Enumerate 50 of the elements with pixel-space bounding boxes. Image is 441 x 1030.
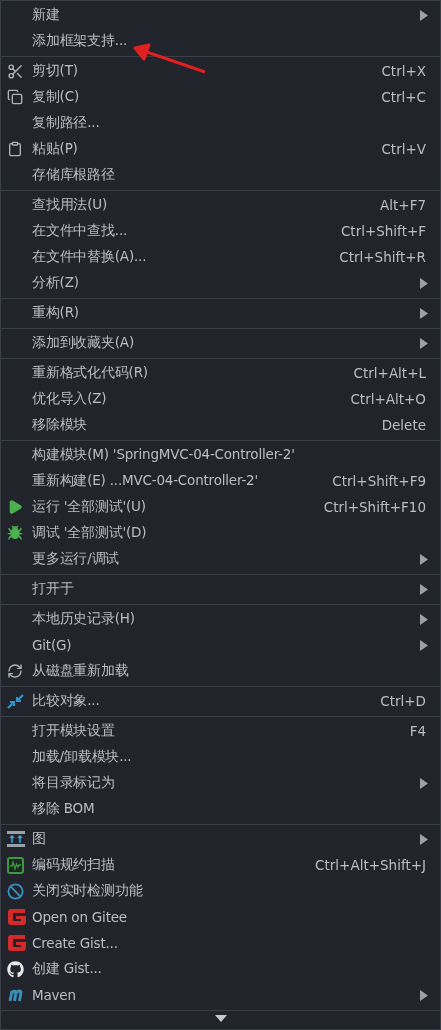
menu-item[interactable]: 移除 BOM <box>1 796 440 822</box>
menu-item[interactable]: 将目录标记为 <box>1 770 440 796</box>
menu-item[interactable]: 查找用法(U) Alt+F7 <box>1 192 440 218</box>
menu-item[interactable]: Maven <box>1 982 440 1008</box>
copy-icon <box>7 89 23 105</box>
menu-item[interactable]: 编码规约扫描 Ctrl+Alt+Shift+J <box>1 852 440 878</box>
menu-item[interactable]: 在文件中查找... Ctrl+Shift+F <box>1 218 440 244</box>
reload-icon <box>7 663 23 679</box>
menu-item[interactable]: 图 <box>1 826 440 852</box>
menu-item[interactable]: 优化导入(Z) Ctrl+Alt+O <box>1 386 440 412</box>
diagram-icon <box>7 831 25 847</box>
scan-monitor-icon <box>7 856 24 874</box>
menu-item[interactable]: 调试 '全部测试'(D) <box>1 520 440 546</box>
menu-item[interactable]: 添加框架支持... <box>1 28 440 54</box>
play-icon <box>7 499 23 515</box>
menu-item[interactable]: Open on Gitee <box>1 904 440 930</box>
menu-item[interactable]: 从磁盘重新加载 <box>1 658 440 684</box>
clipboard-icon <box>7 141 23 157</box>
menu-item[interactable]: 在文件中替换(A)... Ctrl+Shift+R <box>1 244 440 270</box>
menu-item[interactable]: 剪切(T) Ctrl+X <box>1 58 440 84</box>
menu-item[interactable]: 新建 <box>1 2 440 28</box>
menu-item[interactable]: 打开于 <box>1 576 440 602</box>
gitee-icon <box>7 908 27 926</box>
bug-icon <box>7 525 23 541</box>
menu-item[interactable]: 重新构建(E) ...MVC-04-Controller-2' Ctrl+Shift+F9 <box>1 468 440 494</box>
menu-item[interactable]: Create Gist... <box>1 930 440 956</box>
block-icon <box>7 882 24 900</box>
menu-item[interactable]: 更多运行/调试 <box>1 546 440 572</box>
menu-item[interactable]: 比较对象... Ctrl+D <box>1 688 440 714</box>
gitee-icon <box>7 934 27 952</box>
menu-item[interactable]: Git(G) <box>1 632 440 658</box>
menu-item[interactable]: 重新格式化代码(R) Ctrl+Alt+L <box>1 360 440 386</box>
menu-item[interactable]: 分析(Z) <box>1 270 440 296</box>
menu-item[interactable]: 创建 Gist... <box>1 956 440 982</box>
menu-item[interactable]: 存储库根路径 <box>1 162 440 188</box>
menu-item[interactable]: 关闭实时检测功能 <box>1 878 440 904</box>
menu-item[interactable]: 添加到收藏夹(A) <box>1 330 440 356</box>
menu-item[interactable]: 本地历史记录(H) <box>1 606 440 632</box>
menu-item[interactable]: 重构(R) <box>1 300 440 326</box>
menu-item[interactable]: 复制路径... <box>1 110 440 136</box>
scissors-icon <box>7 62 24 80</box>
menu-item[interactable]: 运行 '全部测试'(U) Ctrl+Shift+F10 <box>1 494 440 520</box>
menu-item[interactable]: 粘贴(P) Ctrl+V <box>1 136 440 162</box>
menu-item[interactable]: 加载/卸载模块... <box>1 744 440 770</box>
menu-item[interactable]: 打开模块设置 F4 <box>1 718 440 744</box>
menu-item[interactable]: 移除模块 Delete <box>1 412 440 438</box>
github-icon <box>7 960 24 978</box>
menu-item[interactable]: 复制(C) Ctrl+C <box>1 84 440 110</box>
menu-item[interactable]: 构建模块(M) 'SpringMVC-04-Controller-2' <box>1 442 440 468</box>
compare-arrows-icon <box>7 692 24 710</box>
